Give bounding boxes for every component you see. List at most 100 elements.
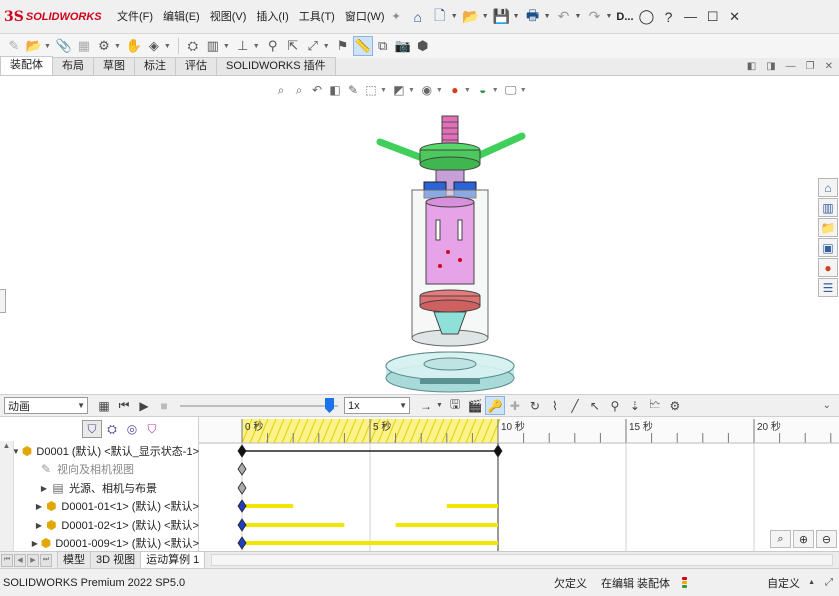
doc-close-icon[interactable]: ✕ [825, 61, 833, 72]
timeline[interactable]: 0 秒 5 秒 10 秒 15 秒 20 秒 ⌕ ⊕ ⊖ [199, 417, 839, 551]
animation-wizard-icon[interactable]: 🎬 [465, 396, 485, 415]
spring-icon[interactable]: ⌇ [545, 396, 565, 415]
features-dropdown-icon[interactable]: ▼ [223, 43, 230, 50]
tab-markup[interactable]: 标注 [134, 57, 176, 75]
appearances-icon[interactable]: ● [818, 258, 838, 277]
assembly-features-icon[interactable]: ⛭ [183, 36, 203, 56]
gravity-icon[interactable]: ⇣ [625, 396, 645, 415]
move-dropdown-icon[interactable]: ▼ [164, 43, 171, 50]
open-dropdown-icon[interactable]: ▼ [482, 13, 489, 20]
dynamic-annotation-icon[interactable]: ✎ [344, 81, 362, 99]
tree-row-part-01[interactable]: ▶ ⬢ D0001-01<1> (默认) <默认> [0, 497, 199, 515]
previous-view-icon[interactable]: ↶ [308, 81, 326, 99]
study-type-select[interactable]: 动画 ▼ [4, 397, 88, 414]
tree-row-part-02[interactable]: ▶ ⬢ D0001-02<1> (默认) <默认> [0, 516, 199, 534]
asm-settings-icon[interactable]: ⬢ [413, 36, 433, 56]
menu-file[interactable]: 文件(F) [112, 7, 158, 27]
zoom-to-fit-icon[interactable]: ⌕ [770, 530, 791, 548]
smart-fasteners-icon[interactable]: ⚙ [94, 36, 114, 56]
tab-first-icon[interactable]: ⏮ [1, 553, 13, 567]
doc-next-icon[interactable]: ◨ [766, 61, 775, 72]
playback-scrubber[interactable] [180, 396, 338, 415]
update-speedpak-icon[interactable]: ⚑ [333, 36, 353, 56]
apply-scene-icon[interactable]: ◒ [474, 81, 492, 99]
scrubber-thumb[interactable] [325, 398, 334, 413]
tab-addins[interactable]: SOLIDWORKS 插件 [216, 57, 336, 75]
explode-dropdown-icon[interactable]: ▼ [323, 43, 330, 50]
view-orientation-icon[interactable]: ⬚ [362, 81, 380, 99]
add-key-icon[interactable]: ✚ [505, 396, 525, 415]
file-explorer-icon[interactable]: 📁 [818, 218, 838, 237]
view-settings-icon[interactable]: 🖵 [502, 81, 520, 99]
save-animation-icon[interactable]: 🖫 [445, 396, 465, 415]
design-library-icon[interactable]: ▥ [818, 198, 838, 217]
tab-evaluate[interactable]: 评估 [175, 57, 217, 75]
save-dropdown-icon[interactable]: ▼ [513, 13, 520, 20]
menu-tools[interactable]: 工具(T) [294, 7, 340, 27]
help-icon[interactable]: ? [658, 6, 680, 28]
filter-animated-icon[interactable]: ⛉ [82, 420, 102, 438]
stop-icon[interactable]: ■ [154, 396, 174, 415]
tab-model[interactable]: 模型 [57, 551, 91, 569]
edit-appearance-icon[interactable]: ● [446, 81, 464, 99]
save-icon[interactable]: 💾 [491, 6, 513, 28]
tab-prev-icon[interactable]: ◀ [14, 553, 26, 567]
linear-pattern-icon[interactable]: ▦ [74, 36, 94, 56]
display-style-icon[interactable]: ◩ [390, 81, 408, 99]
tab-sketch[interactable]: 草图 [93, 57, 135, 75]
tree-row-lights[interactable]: ▶ ▤ 光源、相机与布景 [0, 479, 199, 497]
status-expand-icon[interactable]: ⤢ [825, 577, 833, 588]
print-dropdown-icon[interactable]: ▼ [544, 13, 551, 20]
hide-dropdown-icon[interactable]: ▼ [436, 87, 443, 94]
menu-window[interactable]: 窗口(W) [340, 7, 390, 27]
playback-mode-dropdown-icon[interactable]: ▼ [436, 402, 443, 409]
contact-icon[interactable]: ⚲ [605, 396, 625, 415]
redo-dropdown-icon[interactable]: ▼ [605, 13, 612, 20]
tab-next-icon[interactable]: ▶ [27, 553, 39, 567]
horizontal-scrollbar[interactable] [211, 554, 833, 566]
tab-last-icon[interactable]: ⏭ [40, 553, 52, 567]
study-properties-icon[interactable]: ⚙ [665, 396, 685, 415]
close-icon[interactable]: ✕ [724, 6, 746, 28]
results-plots-icon[interactable]: 🗠 [645, 396, 665, 415]
mate-icon[interactable]: 📎 [54, 36, 74, 56]
bill-of-materials-icon[interactable]: ⚲ [263, 36, 283, 56]
print-icon[interactable]: 🖶 [522, 6, 544, 28]
undo-icon[interactable]: ↶ [553, 6, 575, 28]
zoom-to-fit-icon[interactable]: ⌕ [272, 81, 290, 99]
resources-home-icon[interactable]: ⌂ [818, 178, 838, 197]
zoom-to-area-icon[interactable]: ⌕ [290, 81, 308, 99]
open-folder-icon[interactable]: 📂 [460, 6, 482, 28]
scene-dropdown-icon[interactable]: ▼ [492, 87, 499, 94]
redo-icon[interactable]: ↷ [583, 6, 605, 28]
menu-edit[interactable]: 编辑(E) [158, 7, 205, 27]
expander-icon[interactable]: ▶ [38, 484, 50, 493]
tab-assembly[interactable]: 装配体 [0, 56, 53, 75]
snapshot-camera-icon[interactable]: 📷 [393, 36, 413, 56]
autokey-icon[interactable]: 🔑 [484, 396, 505, 415]
reference-dropdown-icon[interactable]: ▼ [253, 43, 260, 50]
section-view-icon[interactable]: ◧ [326, 81, 344, 99]
instant3d-icon[interactable]: ⤢ [303, 36, 323, 56]
doc-prev-icon[interactable]: ◧ [747, 61, 756, 72]
edit-component-icon[interactable]: ✎ [4, 36, 24, 56]
damper-icon[interactable]: ╱ [565, 396, 585, 415]
tab-3d-views[interactable]: 3D 视图 [90, 551, 142, 569]
take-snapshot-active-icon[interactable]: 📏 [352, 36, 373, 56]
new-document-icon[interactable]: 🗋 [429, 6, 451, 28]
large-assembly-icon[interactable]: ⧉ [373, 36, 393, 56]
filter-driving-icon[interactable]: ⛭ [102, 420, 122, 438]
graphics-area[interactable]: ⌂ ▥ 📁 ▣ ● ☰ [0, 76, 838, 394]
appearance-dropdown-icon[interactable]: ▼ [464, 87, 471, 94]
playback-speed-select[interactable]: 1x ▼ [344, 397, 410, 414]
orientation-dropdown-icon[interactable]: ▼ [380, 87, 387, 94]
new-dropdown-icon[interactable]: ▼ [451, 13, 458, 20]
restore-icon[interactable]: ☐ [702, 6, 724, 28]
tab-motion-study-1[interactable]: 运动算例 1 [140, 551, 206, 569]
menu-insert[interactable]: 插入(I) [251, 7, 293, 27]
doc-minimize-icon[interactable]: — [786, 61, 796, 72]
rebuild-status-icon[interactable] [682, 577, 688, 588]
feature-manager-handle[interactable] [0, 289, 6, 313]
toolbar-overflow[interactable]: D... [614, 7, 635, 27]
solidworks-logo[interactable]: 3S SOLIDWORKS [0, 9, 112, 25]
